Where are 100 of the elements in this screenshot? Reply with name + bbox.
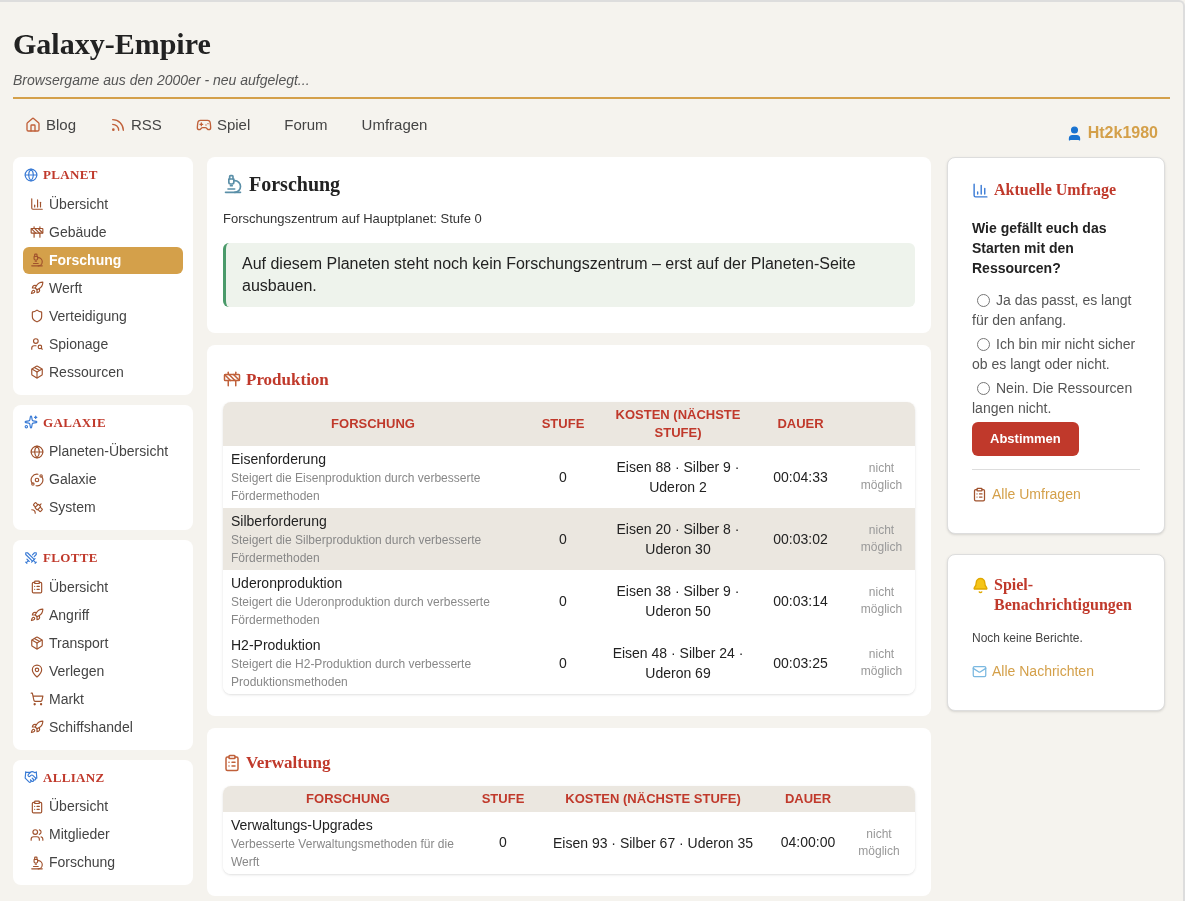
sidebar-item[interactable]: Planeten-Übersicht — [23, 438, 183, 465]
column-header: FORSCHUNG — [305, 789, 391, 808]
nav-link[interactable]: Blog — [25, 113, 77, 137]
research-name: Uderonproduktion — [231, 574, 343, 593]
section-icon — [223, 753, 241, 772]
research-name: Eisenforderung — [231, 450, 326, 469]
sidebar-item[interactable]: Transport — [23, 629, 183, 657]
notice-box: Auf diesem Planeten steht noch kein Forschungszentrum – erst auf der Planeten-Seite ausbauen. — [223, 242, 915, 307]
research-description: Steigert die Silberproduktion durch verbesserte Fördermethoden — [231, 532, 483, 567]
column-header: KOSTEN (NÄCHSTE STUFE) — [564, 789, 742, 808]
gamepad-icon — [195, 117, 212, 133]
item-icon — [30, 580, 44, 594]
item-icon — [30, 692, 44, 706]
sidebar-heading: ALLIANZ — [43, 768, 105, 787]
sidebar-item[interactable]: Übersicht — [23, 190, 183, 218]
table-cell-text: 0 — [498, 833, 508, 852]
item-icon — [30, 799, 44, 814]
table-cell-text: 00:03:14 — [772, 591, 829, 611]
sidebar-item[interactable]: Ressourcen — [23, 358, 183, 386]
sidebar-item[interactable]: Schiffshandel — [23, 713, 183, 741]
notifications-text: Noch keine Berichte. — [972, 630, 1083, 647]
status-text: nicht möglich — [857, 825, 901, 860]
sidebar-item[interactable]: Mitglieder — [23, 821, 183, 848]
sidebar-item[interactable]: Übersicht — [23, 793, 183, 820]
sidebar-item[interactable]: Werft — [23, 274, 183, 302]
item-icon — [30, 197, 44, 211]
poll-question: Wie gefällt euch das Starten mit den Ressourcen? — [972, 219, 1108, 278]
sidebar-item[interactable]: Galaxie — [23, 466, 183, 493]
research-name: Verwaltungs-Upgrades — [231, 815, 373, 835]
research-description: Verbesserte Verwaltungsmethoden für die Werft — [231, 835, 455, 871]
poll-title: Aktuelle Umfrage — [994, 180, 1117, 201]
mail-icon — [972, 664, 987, 679]
sidebar-item[interactable]: Verlegen — [23, 657, 183, 685]
sidebar-item[interactable]: System — [23, 494, 183, 521]
column-header: FORSCHUNG — [330, 415, 416, 433]
table-cell-text: Eisen 20 · Silber 8 · Uderon 30 — [615, 520, 741, 559]
column-header: STUFE — [480, 789, 526, 808]
section-title: Produktion — [246, 368, 329, 391]
table-cell-text: 00:04:33 — [772, 467, 829, 487]
research-description: Steigert die H2-Produktion durch verbesserte Produktionsmethoden — [231, 656, 473, 691]
site-subtitle: Browsergame aus den 2000er - neu aufgelegt... — [13, 71, 310, 90]
poll-option[interactable]: Ja das passt, es langt für den anfang. — [972, 290, 1140, 330]
item-icon — [30, 664, 44, 678]
sidebar-heading: GALAXIE — [43, 413, 106, 432]
item-icon — [30, 500, 44, 515]
table-cell-text: 0 — [558, 653, 568, 673]
status-text: nicht möglich — [859, 646, 904, 680]
research-description: Steigert die Uderonproduktion durch verbesserte Fördermethoden — [231, 594, 491, 629]
bar-chart-icon — [972, 181, 989, 199]
section-icon — [24, 167, 38, 182]
home-icon — [25, 117, 41, 133]
table-cell-text: 0 — [558, 591, 568, 611]
table-cell-text: 0 — [558, 467, 568, 487]
sidebar-heading: PLANET — [43, 166, 98, 184]
sidebar-item[interactable]: Gebäude — [23, 218, 183, 246]
column-header: DAUER — [776, 415, 825, 433]
table-cell-text: 00:03:02 — [772, 529, 829, 549]
column-header: STUFE — [540, 415, 586, 433]
item-icon — [30, 365, 44, 379]
table-cell-text: 00:03:25 — [772, 653, 829, 673]
page-title: Forschung — [249, 172, 341, 198]
nav-link[interactable]: Forum — [284, 113, 328, 137]
poll-option[interactable]: Nein. Die Ressourcen langen nicht. — [972, 378, 1140, 418]
info-text: Forschungszentrum auf Hauptplanet: Stufe 0 — [223, 210, 482, 228]
item-icon — [30, 444, 44, 459]
table-cell-text: 0 — [558, 529, 568, 549]
item-icon — [30, 225, 44, 239]
item-icon — [30, 636, 44, 650]
sidebar-item[interactable]: Übersicht — [23, 573, 183, 601]
item-icon — [30, 827, 44, 842]
sidebar-item[interactable]: Angriff — [23, 601, 183, 629]
column-header: DAUER — [783, 789, 833, 808]
site-title: Galaxy-Empire — [13, 26, 211, 62]
poll-option[interactable]: Ich bin mir nicht sicher ob es langt oder nicht. — [972, 334, 1140, 374]
microscope-icon — [223, 174, 243, 194]
item-icon — [30, 309, 44, 323]
item-icon — [30, 253, 44, 267]
nav-link[interactable]: RSS — [110, 113, 162, 137]
item-icon — [30, 720, 44, 734]
nav-link[interactable]: Spiel — [195, 113, 251, 137]
research-name: Silberforderung — [231, 512, 327, 531]
sidebar-item[interactable]: Markt — [23, 685, 183, 713]
item-icon — [30, 608, 44, 622]
status-text: nicht möglich — [859, 460, 904, 494]
nav-link[interactable]: Umfragen — [361, 113, 428, 137]
vote-button[interactable]: Abstimmen — [972, 422, 1079, 456]
status-text: nicht möglich — [859, 584, 904, 618]
sidebar-item[interactable]: Forschung — [23, 849, 183, 876]
table-cell-text: 04:00:00 — [779, 833, 837, 852]
table-cell-text: Eisen 93 · Silber 67 · Uderon 35 — [552, 833, 754, 853]
research-description: Steigert die Eisenproduktion durch verbesserte Fördermethoden — [231, 470, 482, 505]
section-icon — [24, 550, 38, 565]
status-text: nicht möglich — [859, 522, 904, 556]
table-cell-text: Eisen 88 · Silber 9 · Uderon 2 — [615, 458, 741, 497]
section-icon — [24, 770, 38, 785]
item-icon — [30, 472, 44, 487]
sidebar-item[interactable]: Spionage — [23, 330, 183, 358]
sidebar-item[interactable]: Verteidigung — [23, 302, 183, 330]
section-icon — [24, 415, 38, 430]
bell-icon — [972, 577, 989, 594]
